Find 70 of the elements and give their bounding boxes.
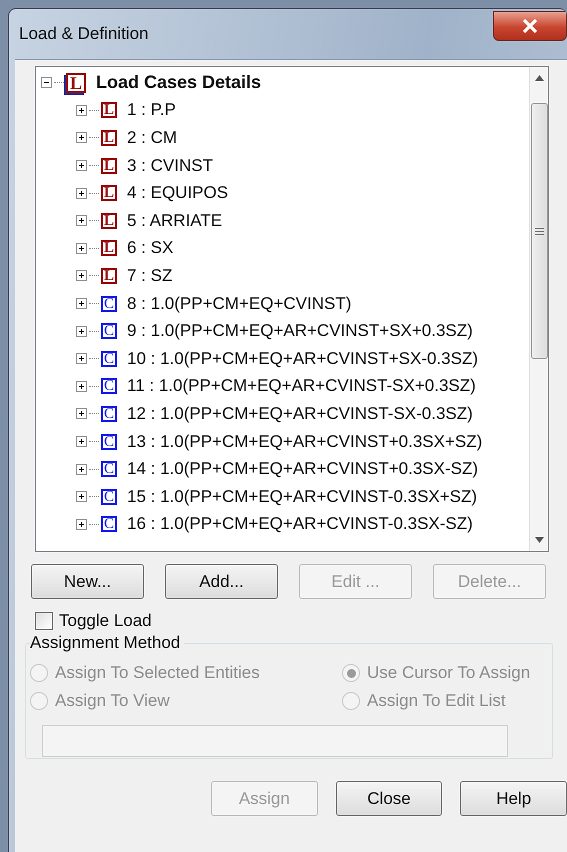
tree-item[interactable]: 16 : 1.0(PP+CM+EQ+AR+CVINST-0.3SX-SZ) <box>127 514 473 534</box>
expand-icon[interactable] <box>76 132 87 144</box>
combination-icon: C <box>101 323 117 340</box>
load-icon: L <box>101 158 117 174</box>
tree-item[interactable]: 8 : 1.0(PP+CM+EQ+CVINST) <box>127 294 352 314</box>
checkbox-label: Toggle Load <box>59 611 152 631</box>
checkbox[interactable] <box>35 612 53 630</box>
tree-item[interactable]: 7 : SZ <box>127 266 172 286</box>
combination-icon: C <box>101 461 117 478</box>
scrollbar[interactable] <box>529 67 548 551</box>
scroll-thumb[interactable] <box>530 103 548 359</box>
expand-icon[interactable] <box>76 215 87 226</box>
radio-label: Assign To View <box>55 691 170 711</box>
expand-icon[interactable] <box>76 464 87 475</box>
expand-icon[interactable] <box>76 518 87 530</box>
combination-icon: C <box>101 434 117 450</box>
dialog-button[interactable]: Close <box>336 781 442 816</box>
expand-icon[interactable] <box>76 491 87 502</box>
tree-item[interactable]: 10 : 1.0(PP+CM+EQ+AR+CVINST+SX-0.3SZ) <box>127 348 478 369</box>
tree-item[interactable]: 13 : 1.0(PP+CM+EQ+AR+CVINST+0.3SX+SZ) <box>127 432 482 452</box>
expand-icon[interactable] <box>76 380 87 392</box>
load-icon: L <box>101 130 117 146</box>
dialog-button[interactable]: New... <box>31 564 144 599</box>
expand-icon[interactable] <box>76 188 87 199</box>
combination-icon: C <box>101 350 117 367</box>
expand-icon[interactable] <box>76 270 87 282</box>
group-title: Assignment Method <box>30 633 182 653</box>
tree-item[interactable]: 6 : SX <box>127 238 174 258</box>
tree-item[interactable]: 2 : CM <box>127 128 178 148</box>
load-icon: L <box>101 212 117 229</box>
combination-icon: C <box>101 406 117 422</box>
tree-item[interactable]: 1 : P.P <box>127 100 176 120</box>
tree-item[interactable]: Load Cases Details <box>96 72 262 94</box>
dialog-button[interactable]: Add... <box>165 564 278 599</box>
tree-item[interactable]: 11 : 1.0(PP+CM+EQ+AR+CVINST-SX+0.3SZ) <box>127 376 476 396</box>
expand-icon[interactable] <box>76 326 87 337</box>
window-title: Load & Definition <box>19 24 148 44</box>
scroll-down-icon[interactable] <box>534 537 544 543</box>
combination-icon: C <box>101 488 117 505</box>
load-case-icon: L <box>66 72 86 93</box>
dialog-button[interactable]: Help <box>460 781 567 816</box>
combination-icon: C <box>101 516 117 532</box>
combination-icon: C <box>101 378 117 394</box>
close-button[interactable] <box>493 11 567 41</box>
expand-icon[interactable] <box>76 242 87 254</box>
grip-icon <box>534 226 544 236</box>
scroll-up-icon[interactable] <box>534 75 544 81</box>
combination-icon: C <box>101 296 117 312</box>
expand-icon[interactable] <box>76 353 87 364</box>
expand-icon[interactable] <box>76 408 87 420</box>
radio-label: Assign To Edit List <box>367 691 506 711</box>
load-icon: L <box>101 268 117 284</box>
tree-item[interactable]: 3 : CVINST <box>127 156 213 176</box>
expand-icon[interactable] <box>76 104 87 116</box>
close-icon <box>522 19 538 33</box>
load-icon: L <box>101 102 117 118</box>
tree-item[interactable]: 15 : 1.0(PP+CM+EQ+AR+CVINST-0.3SX+SZ) <box>127 486 478 507</box>
tree-item[interactable]: 14 : 1.0(PP+CM+EQ+AR+CVINST+0.3SX-SZ) <box>127 459 478 480</box>
expand-icon[interactable] <box>76 298 87 310</box>
load-icon: L <box>101 185 117 202</box>
load-icon: L <box>101 240 117 256</box>
expand-icon[interactable] <box>76 160 87 172</box>
tree-item[interactable]: 4 : EQUIPOS <box>127 183 228 204</box>
tree-item[interactable]: 12 : 1.0(PP+CM+EQ+AR+CVINST-SX-0.3SZ) <box>127 404 473 424</box>
radio-label: Assign To Selected Entities <box>55 663 260 683</box>
tree-item[interactable]: 5 : ARRIATE <box>127 210 222 231</box>
radio-label: Use Cursor To Assign <box>367 663 530 683</box>
collapse-icon[interactable] <box>41 77 52 88</box>
expand-icon[interactable] <box>76 436 87 448</box>
tree-item[interactable]: 9 : 1.0(PP+CM+EQ+AR+CVINST+SX+0.3SZ) <box>127 321 473 342</box>
